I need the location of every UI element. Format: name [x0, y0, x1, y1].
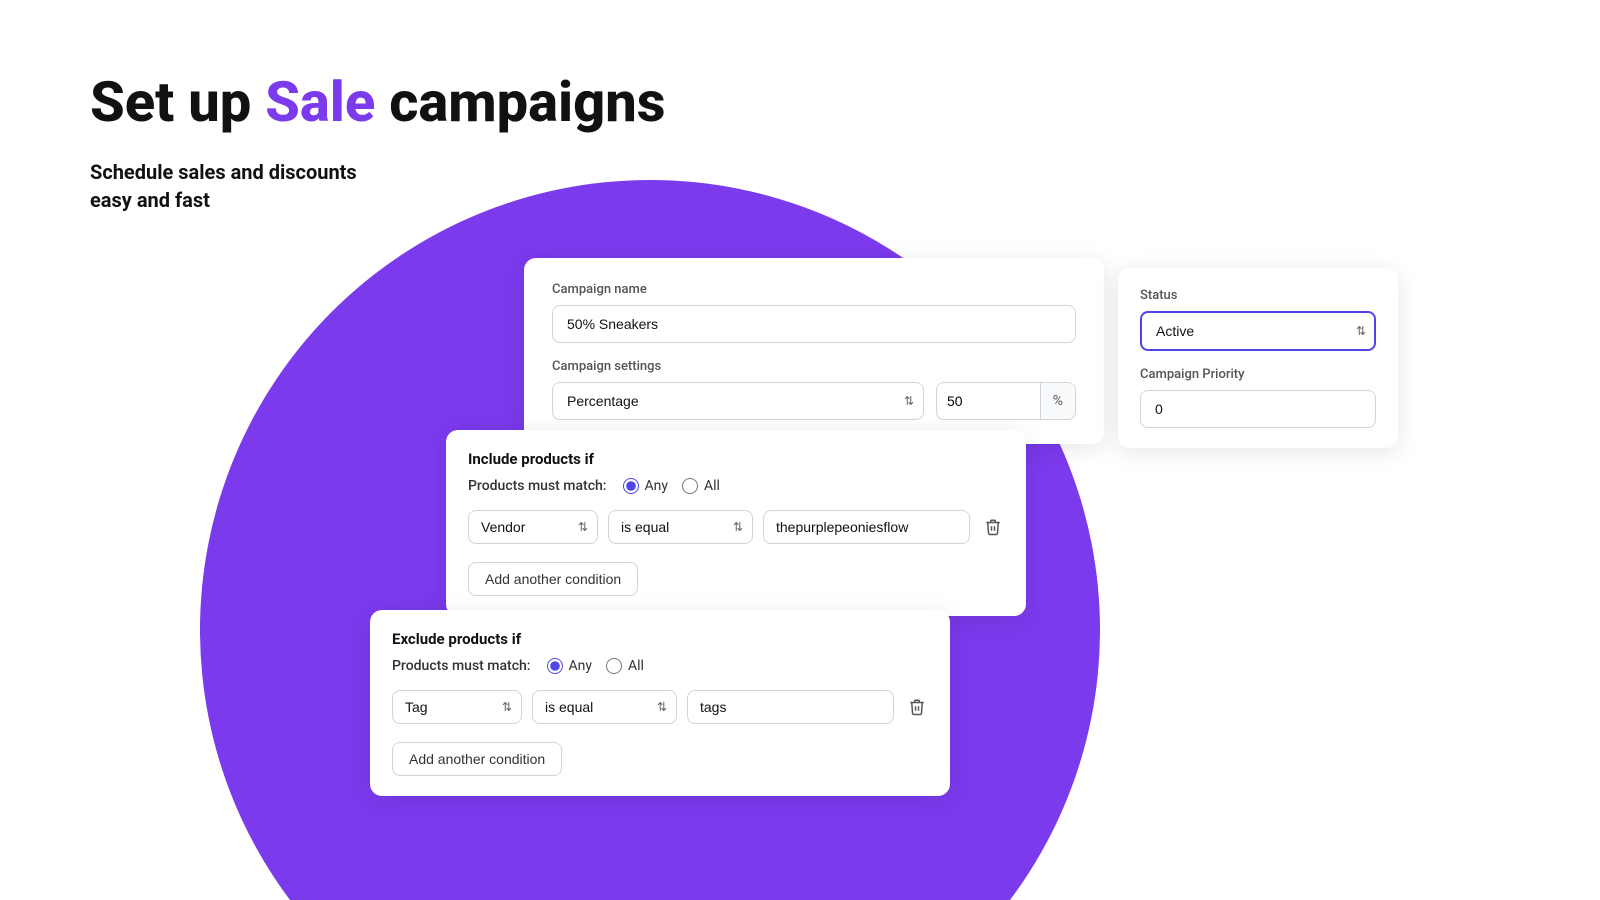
- percentage-unit: %: [1040, 383, 1075, 419]
- title-suffix: campaigns: [375, 69, 665, 135]
- include-any-radio[interactable]: [623, 478, 639, 494]
- campaign-settings-label: Campaign settings: [552, 359, 1076, 374]
- include-radio-group: Any All: [623, 478, 720, 494]
- page-title: Set up Sale campaigns: [90, 70, 665, 134]
- exclude-all-option[interactable]: All: [606, 658, 644, 674]
- subtitle-line2: easy and fast: [90, 188, 210, 212]
- include-any-label: Any: [645, 478, 669, 494]
- percentage-input[interactable]: [937, 383, 1040, 419]
- include-all-option[interactable]: All: [682, 478, 720, 494]
- include-match-label: Products must match:: [468, 478, 607, 494]
- include-add-condition-button[interactable]: Add another condition: [468, 562, 638, 596]
- page-wrapper: Set up Sale campaigns Schedule sales and…: [0, 0, 1600, 900]
- include-delete-button[interactable]: [980, 514, 1006, 540]
- exclude-section-title: Exclude products if: [392, 630, 928, 648]
- exclude-products-card: Exclude products if Products must match:…: [370, 610, 950, 796]
- exclude-match-label: Products must match:: [392, 658, 531, 674]
- exclude-all-radio[interactable]: [606, 658, 622, 674]
- include-all-label: All: [704, 478, 720, 494]
- exclude-any-label: Any: [569, 658, 593, 674]
- title-highlight: Sale: [265, 69, 375, 135]
- status-card: Status Active Inactive Scheduled ⇅ Campa…: [1118, 268, 1398, 448]
- status-select[interactable]: Active Inactive Scheduled: [1140, 311, 1376, 351]
- exclude-operator-select-wrap: is equal is not equal contains does not …: [532, 690, 677, 724]
- include-section-title: Include products if: [468, 450, 1004, 468]
- subtitle: Schedule sales and discounts easy and fa…: [90, 158, 665, 214]
- exclude-add-condition-button[interactable]: Add another condition: [392, 742, 562, 776]
- percentage-input-wrapper: %: [936, 382, 1076, 420]
- campaign-settings-row: Percentage Fixed Amount ⇅ %: [552, 382, 1076, 420]
- exclude-any-radio[interactable]: [547, 658, 563, 674]
- trash-icon: [984, 518, 1002, 536]
- include-condition-row: Vendor Tag Title Price ⇅ is equal is not…: [468, 510, 1004, 544]
- exclude-radio-group: Any All: [547, 658, 644, 674]
- include-field-select[interactable]: Vendor Tag Title Price: [468, 510, 598, 544]
- subtitle-line1: Schedule sales and discounts: [90, 160, 357, 184]
- include-value-input[interactable]: [763, 510, 970, 544]
- campaign-name-input[interactable]: [552, 305, 1076, 343]
- exclude-delete-button[interactable]: [904, 694, 930, 720]
- priority-input[interactable]: [1140, 390, 1376, 428]
- include-operator-select-wrap: is equal is not equal contains does not …: [608, 510, 753, 544]
- title-prefix: Set up: [90, 69, 265, 135]
- include-operator-select[interactable]: is equal is not equal contains does not …: [608, 510, 753, 544]
- include-all-radio[interactable]: [682, 478, 698, 494]
- settings-type-select[interactable]: Percentage Fixed Amount: [552, 382, 924, 420]
- exclude-all-label: All: [628, 658, 644, 674]
- exclude-match-row: Products must match: Any All: [392, 658, 928, 674]
- include-any-option[interactable]: Any: [623, 478, 669, 494]
- priority-label: Campaign Priority: [1140, 367, 1376, 382]
- exclude-any-option[interactable]: Any: [547, 658, 593, 674]
- trash-icon-exclude: [908, 698, 926, 716]
- status-select-wrapper: Active Inactive Scheduled ⇅: [1140, 311, 1376, 351]
- include-products-card: Include products if Products must match:…: [446, 430, 1026, 616]
- exclude-field-select[interactable]: Tag Vendor Title Price: [392, 690, 522, 724]
- include-field-select-wrap: Vendor Tag Title Price ⇅: [468, 510, 598, 544]
- status-label: Status: [1140, 288, 1376, 303]
- exclude-operator-select[interactable]: is equal is not equal contains does not …: [532, 690, 677, 724]
- exclude-condition-row: Tag Vendor Title Price ⇅ is equal is not…: [392, 690, 928, 724]
- header-section: Set up Sale campaigns Schedule sales and…: [90, 70, 665, 214]
- include-match-row: Products must match: Any All: [468, 478, 1004, 494]
- exclude-field-select-wrap: Tag Vendor Title Price ⇅: [392, 690, 522, 724]
- settings-select-wrapper: Percentage Fixed Amount ⇅: [552, 382, 924, 420]
- exclude-value-input[interactable]: [687, 690, 894, 724]
- campaign-main-card: Campaign name Campaign settings Percenta…: [524, 258, 1104, 444]
- campaign-name-label: Campaign name: [552, 282, 1076, 297]
